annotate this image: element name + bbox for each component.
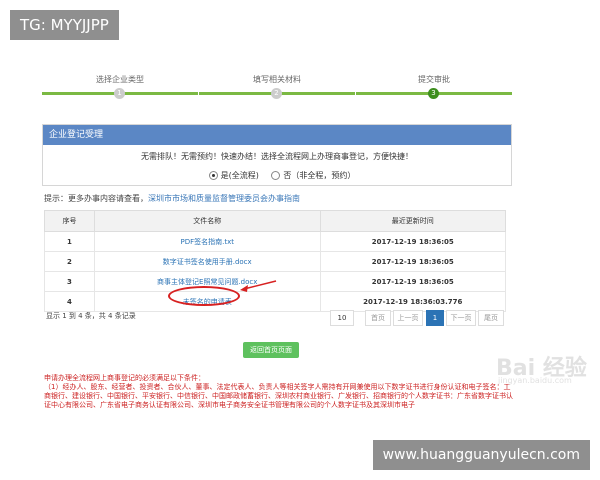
row-no: 2: [44, 251, 95, 272]
table-header-row: 序号 文件名称 最近更新时间: [44, 210, 507, 232]
panel-title: 企业登记受理: [43, 125, 511, 145]
header-no: 序号: [44, 210, 95, 232]
row-no: 1: [44, 231, 95, 252]
panel-notice: 无需排队！无需预约！快速办结！选择全流程网上办理商事登记，方便快捷！: [141, 152, 413, 161]
conditions-heading: 申请办理全流程网上商事登记的必须满足以下条件：: [44, 374, 205, 382]
row-file-name: PDF签名指南.txt: [93, 231, 321, 252]
record-count: 显示 1 到 4 条，共 4 条记录: [46, 312, 136, 320]
row-file-name: 数字证书签名使用手册.docx: [93, 251, 321, 272]
conditions-text: 申请办理全流程网上商事登记的必须满足以下条件： （1）经办人、股东、经营者、投资…: [44, 374, 514, 410]
tip-prefix: 提示：更多办事内容请查看，: [44, 194, 148, 203]
tip-line: 提示：更多办事内容请查看，深圳市市场和质量监督管理委员会办事指南: [44, 193, 300, 204]
radio-non-full-process-label[interactable]: 否（非全程，预约）: [283, 171, 355, 180]
conditions-detail: （1）经办人、股东、经营者、投资者、合伙人、董事、法定代表人、负责人等相关签字人…: [44, 383, 513, 409]
page-size-select[interactable]: 10: [330, 310, 354, 326]
page: 选择企业类型 1 填写相关材料 2 提交审批 3 企业登记受理 无需排队！无需预…: [0, 0, 600, 480]
red-arrow-icon: [240, 280, 277, 292]
last-page-button[interactable]: 尾页: [478, 310, 504, 326]
step-3-circle: 3: [428, 88, 439, 99]
panel-options: 是(全流程) 否（非全程，预约）: [43, 170, 511, 181]
radio-full-process[interactable]: [208, 171, 218, 180]
row-time: 2017-12-19 18:36:05: [319, 231, 507, 252]
file-link[interactable]: PDF签名指南.txt: [180, 238, 234, 246]
prev-page-button[interactable]: 上一页: [393, 310, 423, 326]
return-home-button[interactable]: 返回首页页面: [243, 342, 299, 358]
baidu-watermark-url: jingyan.baidu.com: [498, 376, 572, 385]
next-page-button[interactable]: 下一页: [446, 310, 476, 326]
row-no: 4: [44, 291, 95, 312]
files-table: 序号 文件名称 最近更新时间 1 PDF签名指南.txt 2017-12-19 …: [44, 210, 507, 312]
row-time: 2017-12-19 18:36:05: [319, 271, 507, 292]
registration-panel: 企业登记受理 无需排队！无需预约！快速办结！选择全流程网上办理商事登记，方便快捷…: [42, 124, 512, 186]
step-1: 选择企业类型 1: [42, 74, 198, 99]
step-3: 提交审批 3: [356, 74, 512, 99]
step-1-circle: 1: [114, 88, 125, 99]
highlight-ellipse: [168, 286, 240, 306]
row-no: 3: [44, 271, 95, 292]
table-row: 1 PDF签名指南.txt 2017-12-19 18:36:05: [44, 231, 507, 252]
step-2: 填写相关材料 2: [199, 74, 355, 99]
step-3-label: 提交审批: [418, 75, 450, 84]
row-time: 2017-12-19 18:36:03.776: [319, 291, 507, 312]
progress-steps: 选择企业类型 1 填写相关材料 2 提交审批 3: [42, 74, 512, 104]
table-row: 4 未签名的申请表 2017-12-19 18:36:03.776: [44, 291, 507, 312]
radio-non-full-process[interactable]: [271, 171, 281, 180]
tg-overlay: TG: MYYJJPP: [10, 10, 119, 40]
step-1-label: 选择企业类型: [96, 75, 144, 84]
current-page-button[interactable]: 1: [426, 310, 444, 326]
file-link[interactable]: 数字证书签名使用手册.docx: [163, 258, 252, 266]
header-file-name: 文件名称: [93, 210, 321, 232]
header-updated: 最近更新时间: [319, 210, 507, 232]
table-row: 2 数字证书签名使用手册.docx 2017-12-19 18:36:05: [44, 251, 507, 272]
radio-full-process-label[interactable]: 是(全流程): [221, 171, 259, 180]
row-time: 2017-12-19 18:36:05: [319, 251, 507, 272]
site-overlay: www.huangguanyulecn.com: [372, 440, 590, 470]
first-page-button[interactable]: 首页: [365, 310, 391, 326]
guide-link[interactable]: 深圳市市场和质量监督管理委员会办事指南: [148, 194, 300, 203]
step-2-circle: 2: [271, 88, 282, 99]
step-2-label: 填写相关材料: [253, 75, 301, 84]
